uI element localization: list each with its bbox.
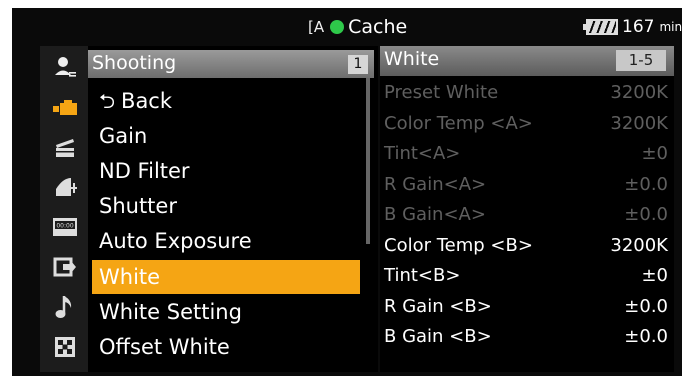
back-arrow-icon: ⮌ — [99, 89, 116, 113]
detail-panel: White 1-5 Preset White 3200K Color Temp … — [380, 46, 674, 372]
setting-label: Color Temp <B> — [384, 235, 533, 256]
menu-title: Shooting — [92, 52, 177, 74]
setting-row-color-temp-a: Color Temp <A> 3200K — [384, 109, 668, 139]
camera-icon[interactable] — [52, 94, 78, 120]
category-icon-strip: 00:00 — [40, 46, 88, 372]
menu-item-white-setting[interactable]: White Setting — [92, 295, 360, 329]
panel-title: White — [384, 48, 440, 70]
battery-status: 167 min — [583, 15, 682, 39]
svg-text:00:00: 00:00 — [56, 223, 73, 230]
setting-label: R Gain <B> — [384, 296, 492, 317]
menu-item-back[interactable]: ⮌ Back — [92, 84, 360, 118]
setting-row-tint-a: Tint<A> ±0 — [384, 139, 668, 169]
menu-item-label: ND Filter — [99, 159, 190, 183]
media-label: Cache — [348, 16, 408, 38]
menu-item-label: Gain — [99, 124, 148, 148]
status-bar: [A Cache 167 min — [12, 8, 682, 44]
setting-label: R Gain<A> — [384, 174, 487, 195]
maintenance-icon[interactable] — [52, 334, 78, 360]
menu-item-label: White — [99, 265, 161, 289]
timecode-icon[interactable]: 00:00 — [52, 214, 78, 240]
menu-item-label: Auto Exposure — [99, 229, 252, 253]
camera-menu-screen: [A Cache 167 min 00:00 Shooting 1 ⮌ Back… — [12, 8, 682, 376]
setting-row-b-gain-a: B Gain<A> ±0.0 — [384, 200, 668, 230]
setting-row-color-temp-b[interactable]: Color Temp <B> 3200K — [384, 231, 668, 261]
menu-item-white[interactable]: White — [92, 260, 360, 294]
media-active-dot-icon — [330, 20, 345, 34]
menu-item-auto-exposure[interactable]: Auto Exposure — [92, 224, 360, 258]
setting-label: B Gain <B> — [384, 326, 492, 347]
setting-label: Tint<A> — [384, 143, 461, 164]
menu-item-label: White Setting — [99, 300, 242, 324]
setting-row-r-gain-a: R Gain<A> ±0.0 — [384, 170, 668, 200]
menu-scrollbar[interactable] — [366, 78, 370, 244]
setting-label: Color Temp <A> — [384, 113, 533, 134]
menu-item-gain[interactable]: Gain — [92, 119, 360, 153]
menu-item-label: Offset White — [99, 335, 230, 359]
setting-value: 3200K — [610, 82, 668, 103]
menu-list: Shooting 1 ⮌ Back Gain ND Filter Shutter … — [88, 46, 378, 372]
menu-item-label: Shutter — [99, 194, 177, 218]
setting-value: ±0 — [641, 143, 668, 164]
panel-header: White 1-5 — [380, 46, 674, 76]
menu-item-shutter[interactable]: Shutter — [92, 189, 360, 223]
setting-label: Preset White — [384, 82, 499, 103]
battery-unit: min — [659, 20, 682, 34]
item-range-badge: 1-5 — [616, 50, 666, 71]
setting-value: ±0.0 — [624, 326, 668, 347]
battery-icon — [583, 19, 618, 35]
output-icon[interactable] — [52, 254, 78, 280]
media-card-icon: [A — [308, 18, 325, 36]
clapper-icon[interactable] — [52, 134, 78, 160]
battery-minutes: 167 — [622, 17, 655, 37]
setting-value: ±0.0 — [624, 296, 668, 317]
paint-icon[interactable] — [52, 174, 78, 200]
menu-item-nd-filter[interactable]: ND Filter — [92, 154, 360, 188]
media-status: [A Cache — [308, 14, 407, 40]
setting-value: 3200K — [610, 235, 668, 256]
menu-item-offset-white[interactable]: Offset White — [92, 330, 360, 364]
setting-label: Tint<B> — [384, 265, 461, 286]
menu-item-label: Back — [121, 89, 173, 113]
setting-row-preset-white: Preset White 3200K — [384, 78, 668, 108]
setting-row-tint-b[interactable]: Tint<B> ±0 — [384, 261, 668, 291]
user-icon[interactable] — [52, 54, 78, 80]
setting-value: ±0.0 — [624, 174, 668, 195]
menu-header: Shooting 1 — [88, 50, 374, 78]
setting-row-b-gain-b[interactable]: B Gain <B> ±0.0 — [384, 322, 668, 352]
setting-value: 3200K — [610, 113, 668, 134]
setting-value: ±0.0 — [624, 204, 668, 225]
setting-row-r-gain-b[interactable]: R Gain <B> ±0.0 — [384, 292, 668, 322]
page-number-badge: 1 — [348, 55, 368, 74]
audio-icon[interactable] — [52, 294, 78, 320]
setting-label: B Gain<A> — [384, 204, 486, 225]
setting-value: ±0 — [641, 265, 668, 286]
